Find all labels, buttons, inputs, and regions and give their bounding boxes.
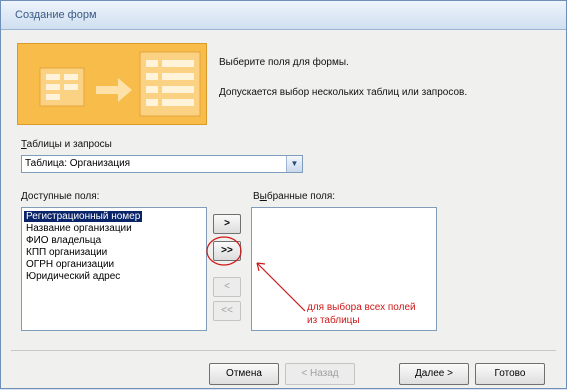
back-button[interactable]: < Назад [285,363,355,385]
annotation-note: для выбора всех полей из таблицы [307,301,416,327]
annotation-line-1: для выбора всех полей [307,302,416,313]
finish-button[interactable]: Готово [475,363,545,385]
next-button[interactable]: Далее > [399,363,469,385]
cancel-button[interactable]: Отмена [209,363,279,385]
annotation-line-2: из таблицы [307,315,360,326]
annotation-arrow [256,262,306,312]
annotation-circle [206,236,242,266]
annotation-overlay [206,236,306,312]
form-wizard-window: Создание форм Выберите поля для формы. Д… [0,0,567,389]
footer-divider [11,350,556,351]
